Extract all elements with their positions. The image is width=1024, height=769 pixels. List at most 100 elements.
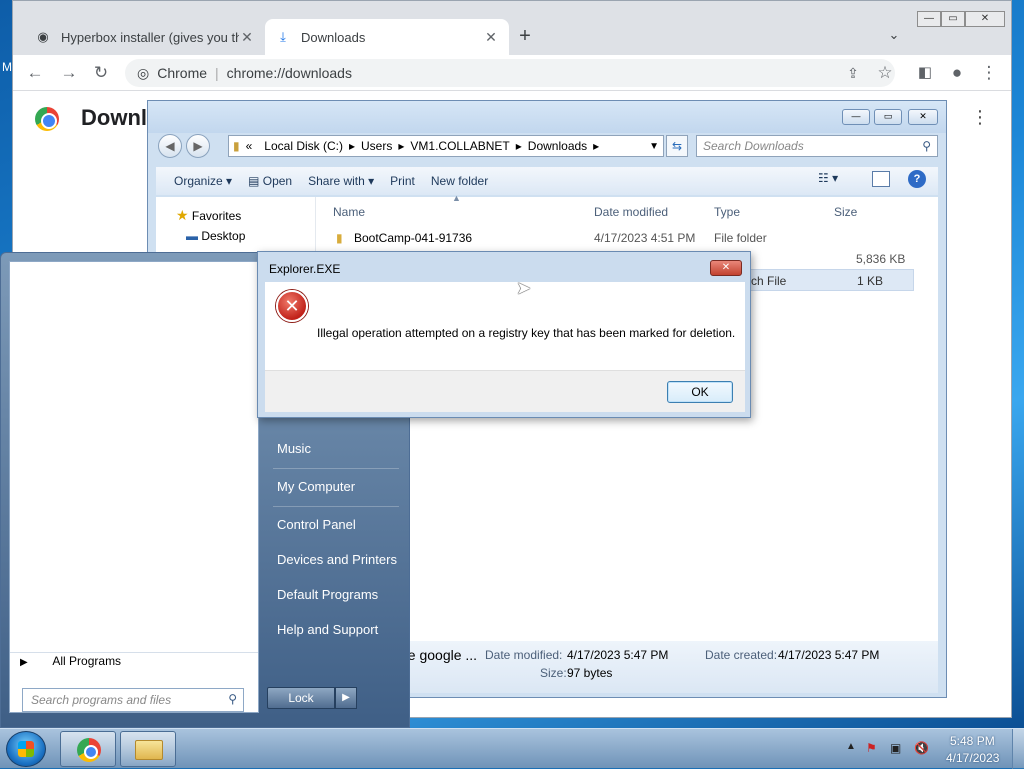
file-date: 4/17/2023 4:51 PM [594,231,696,245]
error-dialog: Explorer.EXE ✕ ✕ Illegal operation attem… [257,251,751,418]
address-chip: Chrome [157,65,208,81]
chrome-logo-icon [35,107,59,131]
network-icon[interactable]: ▣ [890,741,901,755]
download-icon: ⤓ [280,29,286,44]
breadcrumb-arrow-icon[interactable]: ▸ [593,139,599,153]
clock-date[interactable]: 4/17/2023 [946,751,999,765]
dialog-close-button[interactable]: ✕ [710,260,742,276]
column-header-type[interactable]: Type [714,205,740,219]
close-tab-icon[interactable]: ✕ [483,29,499,46]
breadcrumb-users[interactable]: Users [361,139,392,153]
clock-time[interactable]: 5:48 PM [950,734,995,748]
show-desktop-button[interactable] [1012,729,1024,769]
share-icon[interactable]: ⇪ [841,61,865,85]
breadcrumb-downloads[interactable]: Downloads [528,139,587,153]
open-icon: ▤ [248,174,260,188]
tab-hyperbox-installer[interactable]: ◉ Hyperbox installer (gives you the ✕ [25,19,265,55]
ok-button[interactable]: OK [667,381,733,403]
tab-label: Downloads [301,29,366,45]
window-minimize-button[interactable]: — [917,11,941,27]
chrome-logo-icon: ◎ [137,64,150,81]
new-folder-button[interactable]: New folder [423,174,496,188]
tab-search-chevron-icon[interactable]: ⌄ [885,27,903,45]
forward-arrow-icon[interactable]: → [57,61,81,85]
explorer-close-button[interactable]: ✕ [908,109,938,125]
close-tab-icon[interactable]: ✕ [239,29,255,46]
breadcrumb-arrow-icon[interactable]: ▸ [349,139,355,153]
dialog-footer: OK [265,370,745,412]
column-header-name[interactable]: Name [333,205,365,219]
file-type: File folder [714,231,767,245]
open-button[interactable]: ▤ Open [240,174,300,188]
breadcrumb-arrow-icon[interactable]: ▸ [398,139,404,153]
explorer-address-bar[interactable]: ▮ « Local Disk (C:) ▸ Users ▸ VM1.COLLAB… [228,135,664,157]
dialog-message: Illegal operation attempted on a registr… [317,326,736,340]
show-hidden-icons-icon[interactable]: ▲ [846,741,856,752]
start-item-my-computer[interactable]: My Computer [263,473,403,503]
globe-icon: ◉ [37,29,49,44]
downloads-menu-icon[interactable]: ⋮ [971,107,989,128]
lock-button[interactable]: Lock [267,687,335,709]
sort-arrow-icon: ▲ [452,193,461,203]
forward-arrow-icon[interactable]: ▶ [186,134,210,158]
column-header-size[interactable]: Size [834,205,857,219]
breadcrumb-arrow-icon[interactable]: ▸ [516,139,522,153]
reload-icon[interactable]: ↻ [89,61,113,85]
file-row[interactable]: ▮ BootCamp-041-91736 4/17/2023 4:51 PM F… [324,227,914,249]
share-with-button[interactable]: Share with ▾ [300,174,382,188]
explorer-search-input[interactable]: Search Downloads ⚲ [696,135,938,157]
explorer-command-bar: Organize ▾ ▤ Open Share with ▾ Print New… [156,167,938,195]
start-button[interactable] [6,731,46,767]
start-search-input[interactable]: Search programs and files ⚲ [22,688,244,712]
action-center-flag-icon[interactable]: ⚑ [866,741,877,755]
breadcrumb-local-disk[interactable]: Local Disk (C:) [264,139,343,153]
address-url: chrome://downloads [226,65,352,81]
bookmark-star-icon[interactable]: ☆ [873,61,897,85]
back-arrow-icon[interactable]: ◀ [158,134,182,158]
start-item-help-and-support[interactable]: Help and Support [263,616,403,646]
nav-item-desktop[interactable]: ▬ Desktop [186,229,245,243]
chrome-tab-strip: ◉ Hyperbox installer (gives you the ✕ ⤓ … [13,1,1011,55]
organize-button[interactable]: Organize ▾ [166,174,240,188]
breadcrumb-overflow[interactable]: « [246,139,253,153]
nav-item-favorites[interactable]: ★ Favorites [176,207,241,224]
column-header-date[interactable]: Date modified [594,205,668,219]
chrome-toolbar: ← → ↻ ◎ Chrome | chrome://downloads ⇪ ☆ … [13,55,1011,91]
start-item-music[interactable]: Music [263,435,403,465]
start-item-default-programs[interactable]: Default Programs [263,581,403,611]
new-tab-button[interactable]: + [513,25,537,49]
change-view-icon[interactable]: ☷ ▾ [818,171,838,185]
explorer-icon [135,740,163,760]
star-icon: ★ [176,207,189,223]
address-bar[interactable]: ◎ Chrome | chrome://downloads [125,59,895,87]
side-panel-icon[interactable]: ◧ [913,61,937,85]
explorer-maximize-button[interactable]: ▭ [874,109,902,125]
search-icon[interactable]: ⚲ [922,139,931,153]
search-icon[interactable]: ⚲ [228,692,237,706]
breadcrumb-user-folder[interactable]: VM1.COLLABNET [410,139,509,153]
window-maximize-button[interactable]: ▭ [941,11,965,27]
start-item-control-panel[interactable]: Control Panel [263,511,403,541]
start-item-devices-and-printers[interactable]: Devices and Printers [263,546,403,576]
chrome-menu-icon[interactable]: ⋮ [977,61,1001,85]
taskbar-explorer-button[interactable] [120,731,176,767]
divider [273,506,399,507]
explorer-minimize-button[interactable]: — [842,109,870,125]
preview-pane-icon[interactable] [872,171,890,187]
tab-downloads[interactable]: ⤓ Downloads ✕ [265,19,509,55]
profile-avatar-icon[interactable]: ● [945,61,969,85]
search-placeholder: Search Downloads [703,139,804,153]
window-close-button[interactable]: ✕ [965,11,1005,27]
help-icon[interactable]: ? [908,170,926,188]
volume-muted-icon[interactable]: 🔇 [914,741,929,755]
taskbar-chrome-button[interactable] [60,731,116,767]
refresh-icon[interactable]: ⇆ [666,135,688,157]
dialog-content: ✕ Illegal operation attempted on a regis… [265,282,745,370]
file-size: 1 KB [857,274,884,288]
all-programs-button[interactable]: ▶ All Programs [20,654,250,668]
address-dropdown-icon[interactable]: ▼ [649,141,659,152]
print-button[interactable]: Print [382,174,423,188]
explorer-title-bar: — ▭ ✕ [148,101,946,133]
shutdown-options-arrow-icon[interactable]: ▶ [335,687,357,709]
back-arrow-icon[interactable]: ← [23,61,47,85]
